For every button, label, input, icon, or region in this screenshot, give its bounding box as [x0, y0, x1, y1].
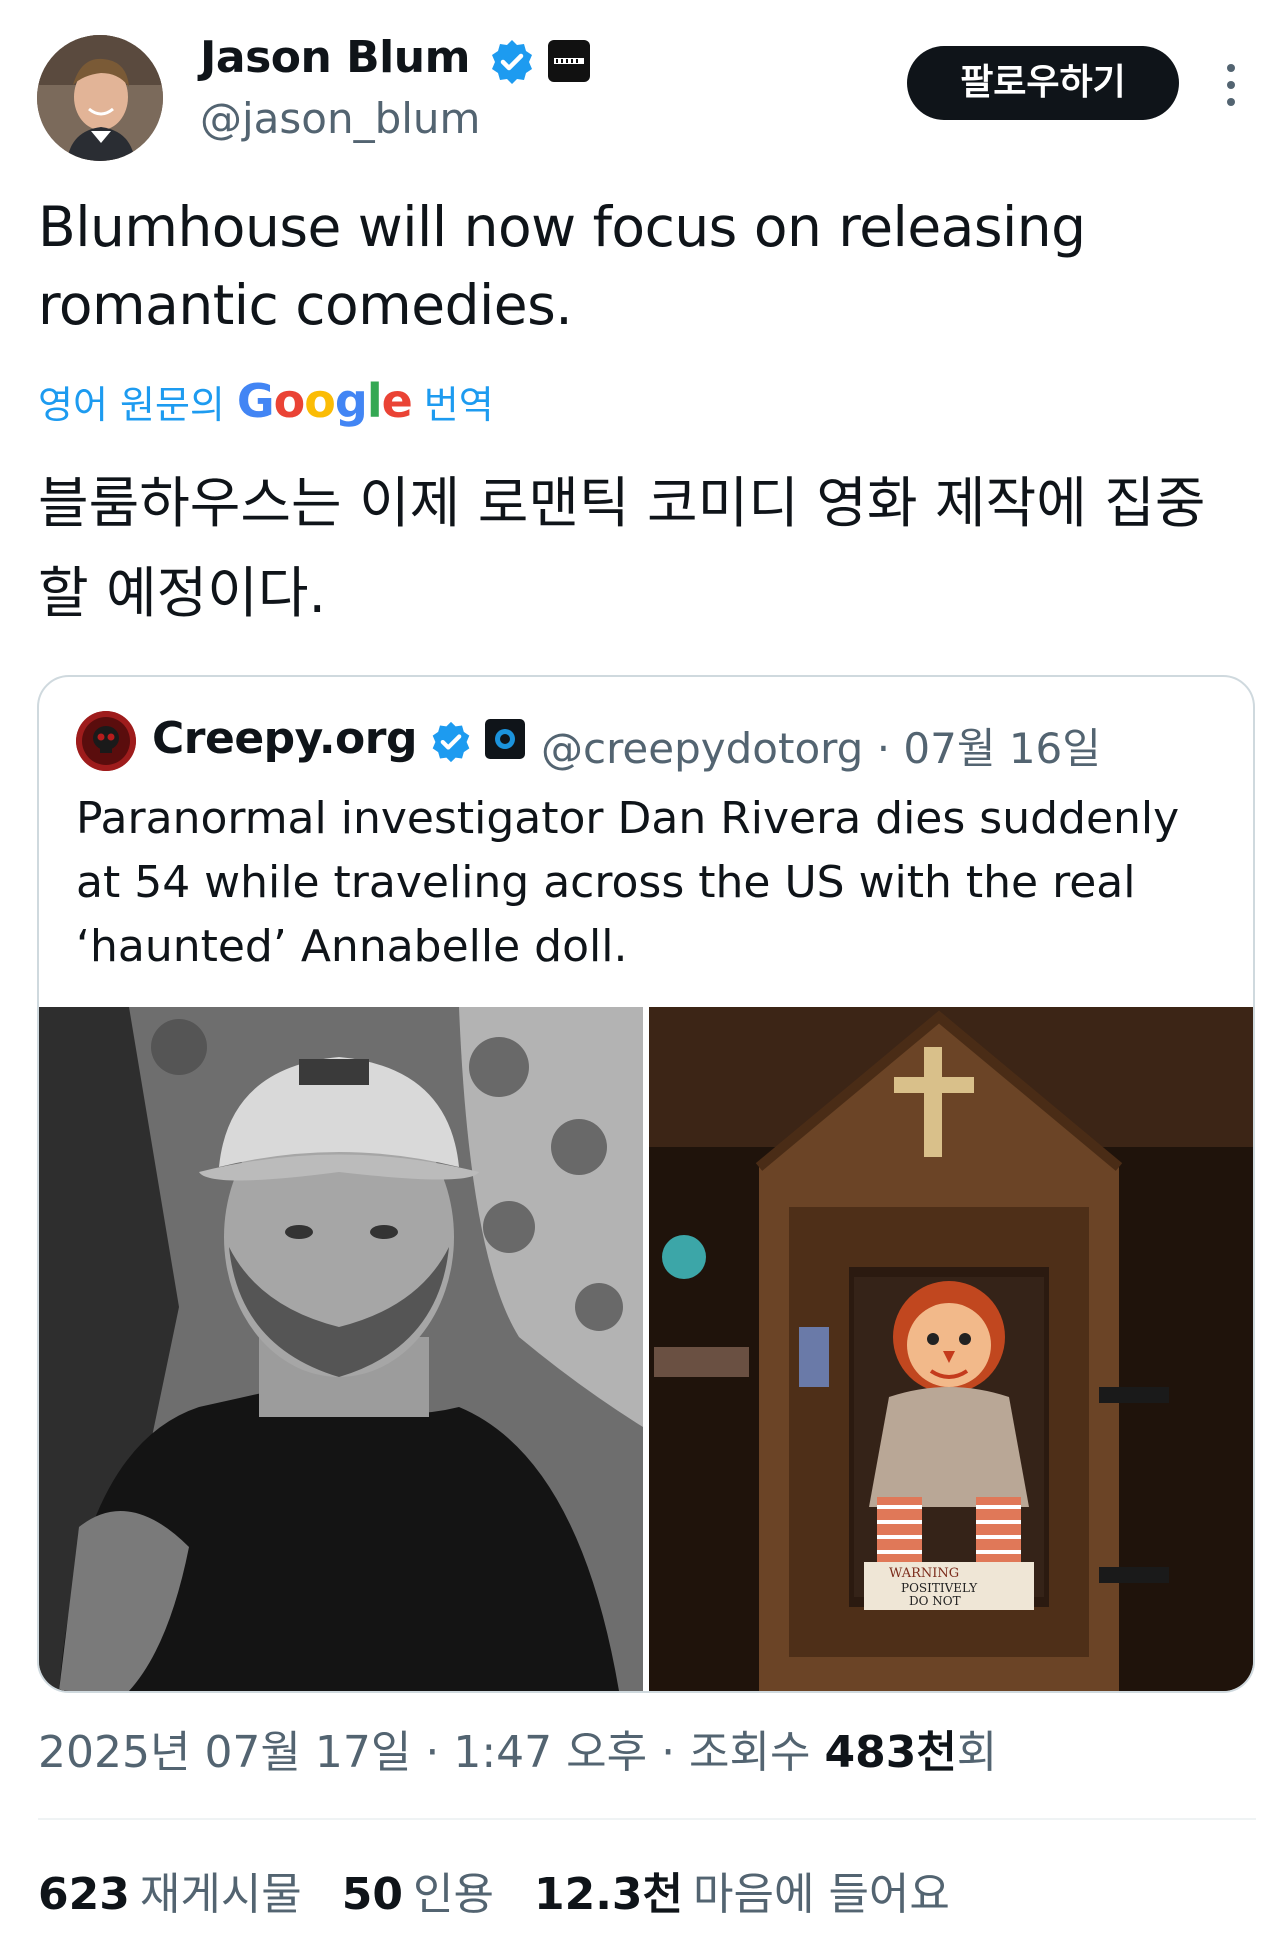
repost-count[interactable]: 623 재게시물	[38, 1858, 302, 1922]
quoted-date[interactable]: · 07월 16일	[877, 724, 1101, 773]
affiliation-badge-icon[interactable]	[548, 40, 590, 82]
translate-link[interactable]: 영어 원문의 Google 번역	[38, 372, 494, 430]
sign-line-2: POSITIVELY	[901, 1581, 978, 1595]
repost-number: 623	[38, 1869, 130, 1920]
sign-line-1: WARNING	[889, 1566, 959, 1581]
annabelle-doll-case-photo[interactable]: WARNING POSITIVELY DO NOT	[649, 1007, 1253, 1691]
translated-text: 블룸하우스는 이제 로맨틱 코미디 영화 제작에 집중할 예정이다.	[38, 471, 1206, 625]
translate-suffix: 번역	[423, 382, 494, 427]
tweet-text: Blumhouse will now focus on releasing ro…	[38, 195, 1086, 337]
google-logo: Google	[236, 374, 413, 428]
translate-prefix: 영어 원문의	[38, 382, 225, 427]
author-name[interactable]: Jason Blum	[200, 32, 470, 83]
tweet-timestamp[interactable]: 2025년 07월 17일 · 1:47 오후 · 조회수 483천회	[38, 1716, 997, 1780]
quoted-media-grid[interactable]: WARNING POSITIVELY DO NOT	[39, 1007, 1253, 1691]
view-count: 483천	[824, 1727, 957, 1778]
like-count[interactable]: 12.3천 마음에 들어요	[534, 1858, 950, 1922]
more-options-icon[interactable]	[1216, 60, 1246, 110]
view-suffix: 회	[956, 1727, 998, 1778]
divider	[38, 1818, 1256, 1820]
quoted-verified-badge-icon	[429, 720, 473, 764]
man-in-cap-photo[interactable]	[39, 1007, 643, 1691]
quoted-affiliation-badge-icon[interactable]	[485, 719, 525, 759]
quote-number: 50	[341, 1869, 404, 1920]
author-avatar[interactable]	[37, 35, 163, 161]
author-handle[interactable]: @jason_blum	[200, 94, 480, 143]
verified-badge-icon	[488, 38, 536, 86]
quote-count[interactable]: 50 인용	[342, 1858, 494, 1922]
quoted-author-avatar[interactable]	[76, 711, 136, 771]
engagement-stats: 623 재게시물 50 인용 12.3천 마음에 들어요	[38, 1858, 990, 1922]
quoted-author-handle[interactable]: @creepydotorg	[541, 724, 863, 773]
quoted-tweet-text: Paranormal investigator Dan Rivera dies …	[76, 793, 1180, 972]
quoted-tweet-card[interactable]: Creepy.org @creepydotorg · 07월 16일 Paran…	[37, 675, 1255, 1693]
quoted-author-name[interactable]: Creepy.org	[152, 713, 417, 764]
quoted-meta: @creepydotorg · 07월 16일	[541, 715, 1101, 776]
timestamp-text: 2025년 07월 17일 · 1:47 오후 · 조회수	[38, 1727, 825, 1778]
repost-label: 재게시물	[139, 1869, 302, 1920]
like-label: 마음에 들어요	[693, 1869, 950, 1920]
sign-line-3: DO NOT	[909, 1594, 961, 1608]
like-number: 12.3천	[533, 1869, 684, 1920]
quote-label: 인용	[413, 1869, 494, 1920]
follow-button[interactable]: 팔로우하기	[907, 46, 1179, 120]
